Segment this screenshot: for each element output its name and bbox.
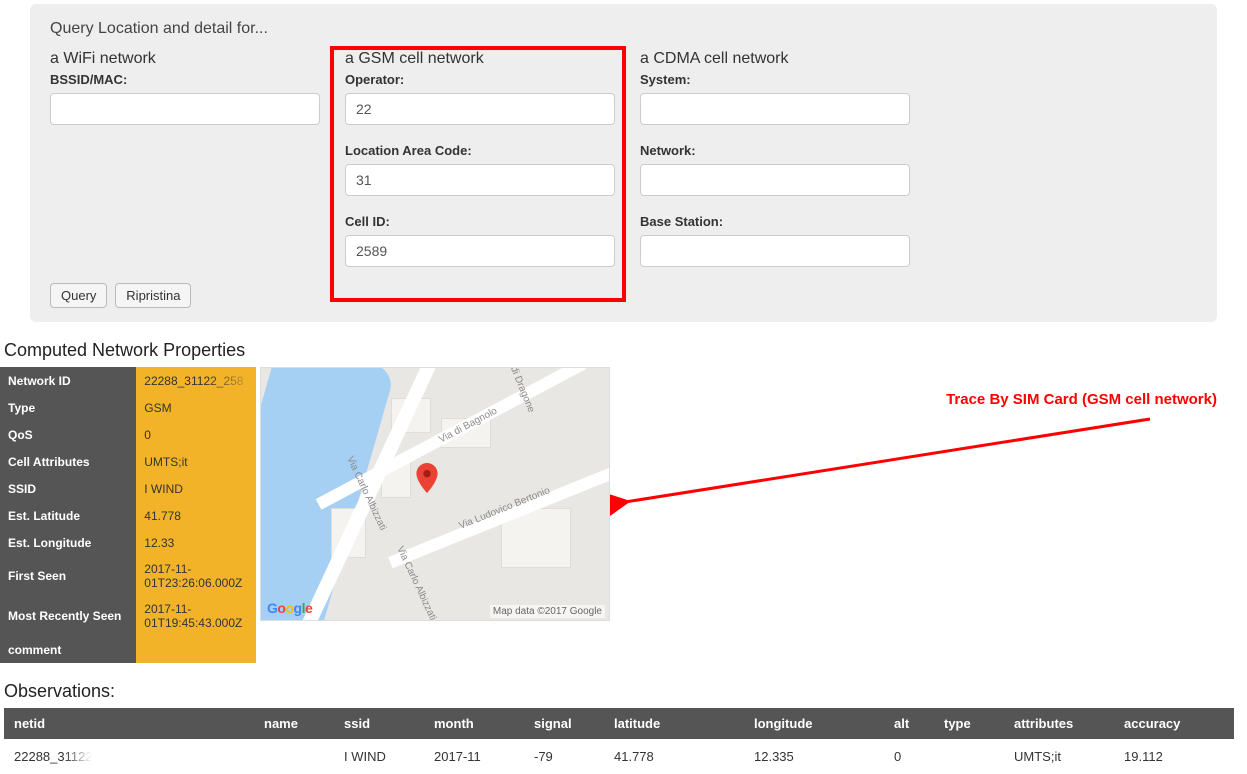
prop-val: GSM: [136, 394, 256, 421]
operator-label: Operator:: [345, 72, 620, 87]
prop-key: Type: [0, 394, 136, 421]
td-type: [934, 739, 1004, 774]
gsm-column: a GSM cell network Operator: Location Ar…: [345, 50, 640, 267]
cellid-input[interactable]: [345, 235, 615, 267]
button-row: Query Ripristina: [50, 283, 1197, 308]
prop-key: SSID: [0, 475, 136, 502]
bssid-input[interactable]: [50, 93, 320, 125]
table-row: 22288_31122_258 I WIND 2017-11 -79 41.77…: [4, 739, 1234, 774]
system-input[interactable]: [640, 93, 910, 125]
props-map-row: Network ID22288_31122_258 TypeGSM QoS0 C…: [0, 367, 1247, 663]
prop-key: First Seen: [0, 556, 136, 596]
prop-key: Est. Latitude: [0, 502, 136, 529]
th-ssid[interactable]: ssid: [334, 708, 424, 739]
th-name[interactable]: name: [254, 708, 334, 739]
query-panel: Query Location and detail for... a WiFi …: [30, 4, 1217, 322]
cdma-column: a CDMA cell network System: Network: Bas…: [640, 50, 935, 267]
gsm-heading: a GSM cell network: [345, 50, 620, 68]
panel-title: Query Location and detail for...: [50, 20, 1197, 38]
td-netid: 22288_31122_258: [4, 739, 254, 774]
th-type[interactable]: type: [934, 708, 1004, 739]
prop-key: Most Recently Seen: [0, 596, 136, 636]
annotation-text: Trace By SIM Card (GSM cell network): [946, 391, 1217, 408]
map-attribution: Map data ©2017 Google: [490, 605, 605, 618]
prop-key: Network ID: [0, 367, 136, 394]
prop-key: QoS: [0, 421, 136, 448]
system-label: System:: [640, 72, 915, 87]
prop-val: 22288_31122_258: [136, 367, 256, 394]
td-latitude: 41.778: [604, 739, 744, 774]
th-alt[interactable]: alt: [884, 708, 934, 739]
table-header-row: netid name ssid month signal latitude lo…: [4, 708, 1234, 739]
th-month[interactable]: month: [424, 708, 524, 739]
prop-val: 2017-11-01T23:26:06.000Z: [136, 556, 256, 596]
map[interactable]: Via di Dragone Via di Bagnolo Via Carlo …: [260, 367, 610, 621]
prop-val: 12.33: [136, 529, 256, 556]
network-input[interactable]: [640, 164, 910, 196]
cdma-heading: a CDMA cell network: [640, 50, 915, 68]
observations-table: netid name ssid month signal latitude lo…: [4, 708, 1234, 774]
prop-val: 41.778: [136, 502, 256, 529]
td-accuracy: 19.112: [1114, 739, 1234, 774]
th-attributes[interactable]: attributes: [1004, 708, 1114, 739]
th-signal[interactable]: signal: [524, 708, 604, 739]
basestation-input[interactable]: [640, 235, 910, 267]
prop-val: [136, 636, 256, 663]
query-button[interactable]: Query: [50, 283, 107, 308]
td-longitude: 12.335: [744, 739, 884, 774]
td-alt: 0: [884, 739, 934, 774]
computed-heading: Computed Network Properties: [4, 340, 1247, 361]
annotation-arrow-icon: [610, 407, 1170, 527]
prop-key: Est. Longitude: [0, 529, 136, 556]
th-latitude[interactable]: latitude: [604, 708, 744, 739]
prop-key: comment: [0, 636, 136, 663]
td-name: [254, 739, 334, 774]
th-accuracy[interactable]: accuracy: [1114, 708, 1234, 739]
prop-val: 2017-11-01T19:45:43.000Z: [136, 596, 256, 636]
td-ssid: I WIND: [334, 739, 424, 774]
reset-button[interactable]: Ripristina: [115, 283, 191, 308]
lac-input[interactable]: [345, 164, 615, 196]
wifi-heading: a WiFi network: [50, 50, 325, 68]
google-logo: Google: [267, 600, 312, 616]
cellid-label: Cell ID:: [345, 214, 620, 229]
basestation-label: Base Station:: [640, 214, 915, 229]
wifi-column: a WiFi network BSSID/MAC:: [50, 50, 345, 267]
network-label: Network:: [640, 143, 915, 158]
prop-val: UMTS;it: [136, 448, 256, 475]
th-longitude[interactable]: longitude: [744, 708, 884, 739]
prop-key: Cell Attributes: [0, 448, 136, 475]
th-netid[interactable]: netid: [4, 708, 254, 739]
query-columns: a WiFi network BSSID/MAC: a GSM cell net…: [50, 50, 1197, 267]
prop-val: 0: [136, 421, 256, 448]
bssid-label: BSSID/MAC:: [50, 72, 325, 87]
observations-heading: Observations:: [4, 681, 1247, 702]
prop-val: I WIND: [136, 475, 256, 502]
td-attributes: UMTS;it: [1004, 739, 1114, 774]
properties-table: Network ID22288_31122_258 TypeGSM QoS0 C…: [0, 367, 256, 663]
operator-input[interactable]: [345, 93, 615, 125]
map-pin-icon: [416, 463, 438, 493]
td-signal: -79: [524, 739, 604, 774]
td-month: 2017-11: [424, 739, 524, 774]
lac-label: Location Area Code:: [345, 143, 620, 158]
